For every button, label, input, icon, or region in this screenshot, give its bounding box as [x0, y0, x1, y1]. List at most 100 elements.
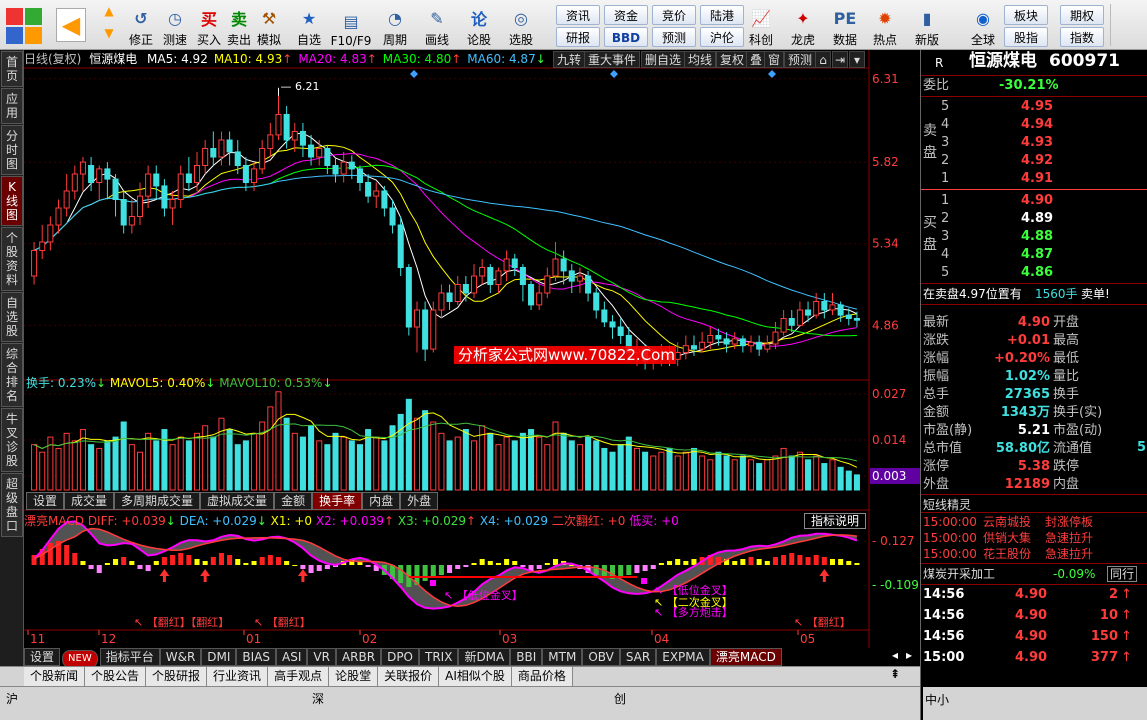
alert-row[interactable]: 15:00:00 供销大集 急速拉升 — [921, 530, 1147, 546]
content-tab-0[interactable]: 个股新闻 — [24, 667, 86, 686]
indicator-tabs-scroll-right[interactable]: ▸ — [902, 648, 916, 666]
content-tab-8[interactable]: 商品价格 — [511, 667, 573, 686]
sell-level-2[interactable]: 2 4.92 — [921, 152, 1147, 170]
chart-tool-tab-0[interactable]: 九转 — [553, 51, 586, 68]
indicator-tab-3[interactable]: W&R — [159, 648, 202, 666]
alert-row[interactable]: 15:00:00 花王股份 急速拉升 — [921, 546, 1147, 562]
indicator-tab-7[interactable]: VR — [307, 648, 336, 666]
page-down-button[interactable]: ▼ — [98, 26, 120, 46]
buy-level-3[interactable]: 3 4.88 — [921, 228, 1147, 246]
toolbar-button-24[interactable]: ◉ 全球 — [964, 2, 1002, 48]
sell-level-1[interactable]: 1 4.91 — [921, 170, 1147, 188]
indicator-explain-button[interactable]: 指标说明 — [804, 513, 866, 529]
indicator-tab-12[interactable]: BBI — [510, 648, 543, 666]
toolbar-small-button-27[interactable]: 股指 — [1004, 27, 1048, 47]
chart-tool-tab-1[interactable]: 重大事件 — [584, 51, 641, 68]
toolbar-small-button-14[interactable]: BBD — [604, 27, 648, 47]
toolbar-small-button-17[interactable]: 陆港 — [700, 5, 744, 25]
indicator-tab-5[interactable]: BIAS — [236, 648, 277, 666]
toolbar-button-7[interactable]: ◔ 周期 — [376, 2, 414, 48]
content-tab-2[interactable]: 个股研报 — [146, 667, 208, 686]
toolbar-small-button-26[interactable]: 指数 — [1060, 27, 1104, 47]
indicator-tab-13[interactable]: MTM — [542, 648, 583, 666]
toolbar-button-1[interactable]: ◷ 测速 — [156, 2, 194, 48]
leftnav-item-2[interactable]: 分时图 — [1, 125, 23, 175]
indicator-tab-11[interactable]: 新DMA — [458, 648, 511, 666]
indicator-tab-0[interactable]: 设置 — [24, 648, 61, 666]
sell-level-5[interactable]: 5 4.95 — [921, 98, 1147, 116]
toolbar-button-19[interactable]: 📈 科创 — [742, 2, 780, 48]
quote-stock-name[interactable]: 恒源煤电 — [969, 52, 1037, 70]
content-tab-4[interactable]: 高手观点 — [268, 667, 330, 686]
volume-subtab-3[interactable]: 虚拟成交量 — [200, 492, 275, 510]
volume-subtab-5[interactable]: 换手率 — [312, 492, 363, 510]
buy-level-2[interactable]: 2 4.89 — [921, 210, 1147, 228]
indicator-tab-16[interactable]: EXPMA — [656, 648, 710, 666]
toolbar-button-21[interactable]: PE 数据 — [826, 2, 864, 48]
sell-level-3[interactable]: 3 4.93 — [921, 134, 1147, 152]
chart-tool-tab-6[interactable]: 窗 — [764, 51, 785, 68]
content-tab-6[interactable]: 关联报价 — [378, 667, 440, 686]
page-up-button[interactable]: ▲ — [98, 4, 120, 24]
indicator-tab-17[interactable]: 漂亮MACD — [709, 648, 782, 666]
indicator-tab-8[interactable]: ARBR — [335, 648, 382, 666]
leftnav-item-8[interactable]: 超级盘口 — [1, 473, 23, 537]
indicator-tab-4[interactable]: DMI — [201, 648, 237, 666]
back-button[interactable]: ◀ — [56, 8, 86, 42]
toolbar-button-8[interactable]: ✎ 画线 — [418, 2, 456, 48]
leftnav-item-3[interactable]: K线图 — [1, 176, 23, 226]
toolbar-small-button-13[interactable]: 资金 — [604, 5, 648, 25]
leftnav-item-6[interactable]: 综合排名 — [1, 343, 23, 407]
volume-subtab-6[interactable]: 内盘 — [362, 492, 401, 510]
toolbar-small-button-15[interactable]: 竞价 — [652, 5, 696, 25]
indicator-tab-15[interactable]: SAR — [619, 648, 657, 666]
toolbar-button-10[interactable]: ◎ 选股 — [502, 2, 540, 48]
chart-tool-icon-arrow[interactable]: ▾ — [849, 51, 865, 68]
indicator-tab-6[interactable]: ASI — [276, 648, 308, 666]
sell-level-4[interactable]: 4 4.94 — [921, 116, 1147, 134]
toolbar-small-button-12[interactable]: 研报 — [556, 27, 600, 47]
content-tab-3[interactable]: 行业资讯 — [207, 667, 269, 686]
indicator-tab-10[interactable]: TRIX — [419, 648, 459, 666]
chart-tool-tab-5[interactable]: 叠 — [746, 51, 767, 68]
volume-subtab-1[interactable]: 成交量 — [64, 492, 115, 510]
toolbar-small-button-28[interactable]: 期权 — [1060, 5, 1104, 25]
indicator-tab-2[interactable]: 指标平台 — [99, 648, 160, 666]
sector-peers-button[interactable]: 同行 — [1107, 566, 1138, 582]
leftnav-item-5[interactable]: 自选股 — [1, 292, 23, 342]
volume-subtab-7[interactable]: 外盘 — [400, 492, 439, 510]
kline-chart[interactable]: 6.31 5.82 5.34 4.86 — 6.21 分析家公式网www.70822.Co… — [24, 50, 920, 648]
content-tab-5[interactable]: 论股堂 — [329, 667, 379, 686]
toolbar-button-6[interactable]: ▤ F10/F9 — [331, 2, 372, 49]
leftnav-item-7[interactable]: 牛叉诊股 — [1, 408, 23, 472]
leftnav-item-1[interactable]: 应用 — [1, 88, 23, 124]
chart-tool-tab-3[interactable]: 均线 — [684, 51, 717, 68]
buy-level-5[interactable]: 5 4.86 — [921, 264, 1147, 282]
chart-tool-icon-pin[interactable]: ⇥ — [832, 51, 848, 68]
leftnav-item-0[interactable]: 首页 — [1, 51, 23, 87]
content-tab-1[interactable]: 个股公告 — [85, 667, 147, 686]
buy-level-1[interactable]: 1 4.90 — [921, 192, 1147, 210]
buy-level-4[interactable]: 4 4.87 — [921, 246, 1147, 264]
chart-tool-icon-doc[interactable]: ⌂ — [815, 51, 831, 68]
toolbar-button-20[interactable]: ✦ 龙虎 — [784, 2, 822, 48]
toolbar-small-button-18[interactable]: 沪伦 — [700, 27, 744, 47]
toolbar-button-9[interactable]: 论论股 — [460, 2, 498, 48]
chart-tool-tab-2[interactable]: 删自选 — [641, 51, 686, 68]
toolbar-button-4[interactable]: ⚒ 模拟 — [250, 2, 288, 48]
volume-subtab-2[interactable]: 多周期成交量 — [114, 492, 201, 510]
toolbar-button-0[interactable]: ↺ 修正 — [122, 2, 160, 48]
chart-tool-tab-7[interactable]: 预测 — [784, 51, 817, 68]
leftnav-item-4[interactable]: 个股资料 — [1, 227, 23, 291]
volume-subtab-0[interactable]: 设置 — [26, 492, 65, 510]
indicator-tabs-scroll-left[interactable]: ◂ — [888, 648, 902, 666]
alert-row[interactable]: 15:00:00 云南城投 封涨停板 — [921, 514, 1147, 530]
volume-subtab-4[interactable]: 金额 — [274, 492, 313, 510]
content-tabs-pin-icon[interactable]: ⇞ — [870, 667, 920, 686]
toolbar-small-button-16[interactable]: 预测 — [652, 27, 696, 47]
toolbar-button-22[interactable]: ✹ 热点 — [866, 2, 904, 48]
chart-tool-tab-4[interactable]: 复权 — [716, 51, 749, 68]
indicator-tab-14[interactable]: OBV — [582, 648, 620, 666]
indicator-tab-9[interactable]: DPO — [381, 648, 419, 666]
toolbar-button-5[interactable]: ★ 自选 — [290, 2, 328, 48]
